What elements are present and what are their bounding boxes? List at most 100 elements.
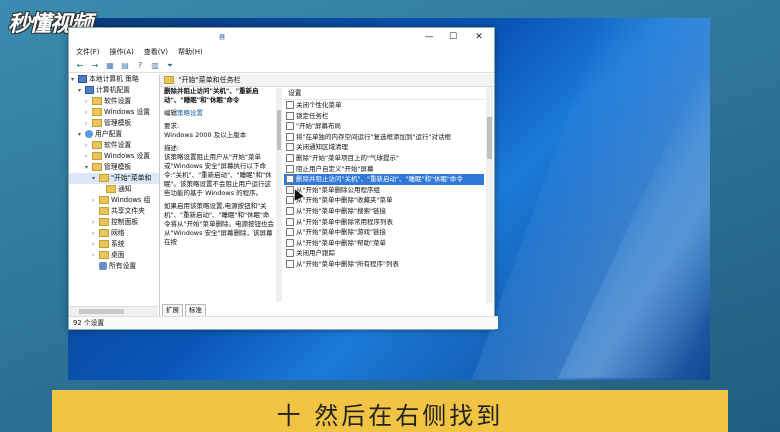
policy-setting-item[interactable]: 关闭用户跟踪 bbox=[284, 248, 484, 259]
tree-item[interactable]: › 软件设置 bbox=[69, 140, 159, 151]
tree-item[interactable]: ▾ 计算机配置 bbox=[69, 85, 159, 96]
tree-item-label: 控制面板 bbox=[111, 218, 139, 226]
expand-arrow-icon[interactable]: › bbox=[85, 96, 92, 107]
policy-setting-item[interactable]: 从"开始"菜单中删除常用程序列表 bbox=[284, 217, 484, 228]
tree-item[interactable]: 所有设置 bbox=[69, 261, 159, 272]
policy-setting-item[interactable]: 从"开始"菜单删除公用程序组 bbox=[284, 185, 484, 196]
folder-icon bbox=[99, 251, 109, 259]
tree-horizontal-scrollbar[interactable] bbox=[69, 306, 158, 316]
requirements-label: 要求: bbox=[164, 122, 180, 130]
edit-policy-link[interactable]: 策略设置 bbox=[177, 109, 203, 117]
minimize-button[interactable]: — bbox=[419, 31, 439, 43]
policy-setting-item[interactable]: 从"开始"菜单中删除"收藏夹"菜单 bbox=[284, 195, 484, 206]
policy-icon bbox=[286, 132, 294, 141]
folder-icon bbox=[92, 119, 102, 127]
tree-item[interactable]: › 控制面板 bbox=[69, 217, 159, 228]
policy-icon bbox=[286, 111, 294, 120]
tab-extended[interactable]: 扩展 bbox=[162, 304, 183, 316]
tree-item-label: 软件设置 bbox=[104, 97, 132, 105]
tree-item[interactable]: ▾ 用户配置 bbox=[69, 129, 159, 140]
tree-item[interactable]: › Windows 设置 bbox=[69, 107, 159, 118]
tree-item[interactable]: › 软件设置 bbox=[69, 96, 159, 107]
back-icon[interactable]: ← bbox=[75, 61, 85, 70]
view-tabs: 扩展 标准 bbox=[162, 304, 206, 316]
expand-arrow-icon[interactable]: › bbox=[92, 228, 99, 239]
title-bar: 器 — ☐ ✕ bbox=[69, 28, 494, 46]
properties-icon[interactable]: ▤ bbox=[120, 61, 130, 70]
policy-icon bbox=[286, 122, 294, 131]
policy-setting-item[interactable]: 锁定任务栏 bbox=[284, 111, 484, 122]
policy-setting-item[interactable]: 关闭通知区域清理 bbox=[284, 142, 484, 153]
scroll-thumb[interactable] bbox=[277, 110, 281, 150]
expand-arrow-icon[interactable]: › bbox=[85, 107, 92, 118]
tree-item[interactable]: › 系统 bbox=[69, 239, 159, 250]
policy-setting-item[interactable]: 删除并阻止访问"关机"、"重新启动"、"睡眠"和"休眠"命令 bbox=[284, 174, 484, 185]
expand-arrow-icon[interactable]: ▾ bbox=[78, 129, 85, 140]
tree-item[interactable]: ▾ 本地计算机 策略 bbox=[69, 74, 159, 85]
filter-icon[interactable]: ⏷ bbox=[165, 61, 175, 70]
menu-action[interactable]: 操作(A) bbox=[110, 47, 134, 57]
requirements: 要求: Windows 2000 及以上版本 bbox=[164, 122, 274, 140]
help-icon[interactable]: ? bbox=[135, 61, 145, 70]
expand-arrow-icon[interactable]: ▾ bbox=[92, 173, 99, 184]
policy-setting-item[interactable]: 从"开始"菜单中删除"帮助"菜单 bbox=[284, 238, 484, 249]
folder-icon bbox=[99, 240, 109, 248]
tree-item-label: Windows 设置 bbox=[104, 152, 151, 160]
policy-tree: ▾ 本地计算机 策略 ▾ 计算机配置 › 软件设置 › Windows 设置 › 管理模板 ▾ 用户配… bbox=[69, 74, 160, 316]
show-tree-icon[interactable]: ▦ bbox=[105, 61, 115, 70]
policy-setting-item[interactable]: "开始"屏幕布局 bbox=[284, 121, 484, 132]
scroll-thumb[interactable] bbox=[79, 309, 124, 314]
expand-arrow-icon[interactable]: › bbox=[92, 195, 99, 206]
scroll-thumb[interactable] bbox=[487, 117, 492, 159]
policy-setting-label: 从"开始"菜单中删除常用程序列表 bbox=[296, 217, 393, 226]
policy-setting-item[interactable]: 将"在单独的内存空间运行"复选框添加到"运行"对话框 bbox=[284, 132, 484, 143]
tree-item-label: 通知 bbox=[118, 185, 132, 193]
policy-setting-item[interactable]: 从"开始"菜单中删除"所有程序"列表 bbox=[284, 259, 484, 270]
group-policy-editor-window: 器 — ☐ ✕ 文件(F) 操作(A) 查看(V) 帮助(H) ← → ▦ ▤ … bbox=[68, 27, 498, 330]
settings-column-header[interactable]: 设置 bbox=[284, 87, 484, 100]
requirements-value: Windows 2000 及以上版本 bbox=[164, 131, 247, 139]
policy-setting-label: 从"开始"菜单中删除"收藏夹"菜单 bbox=[296, 196, 393, 205]
menu-help[interactable]: 帮助(H) bbox=[178, 47, 203, 57]
tree-item-label: 计算机配置 bbox=[96, 86, 130, 94]
expand-arrow-icon[interactable]: › bbox=[92, 217, 99, 228]
expand-arrow-icon[interactable]: › bbox=[92, 239, 99, 250]
tree-item[interactable]: 通知 bbox=[69, 184, 159, 195]
description-scrollbar[interactable] bbox=[276, 88, 282, 302]
policy-setting-label: 从"开始"菜单删除公用程序组 bbox=[296, 185, 380, 194]
expand-arrow-icon[interactable]: ▾ bbox=[78, 85, 85, 96]
expand-arrow-icon[interactable]: › bbox=[85, 151, 92, 162]
tree-item[interactable]: ▾ 管理模板 bbox=[69, 162, 159, 173]
view-icon[interactable]: ▥ bbox=[150, 61, 160, 70]
menu-file[interactable]: 文件(F) bbox=[76, 47, 100, 57]
policy-setting-item[interactable]: 阻止用户自定义"开始"屏幕 bbox=[284, 164, 484, 175]
policy-setting-item[interactable]: 删除"开始"菜单项目上的"气球提示" bbox=[284, 153, 484, 164]
tree-item[interactable]: › 管理模板 bbox=[69, 118, 159, 129]
policy-setting-label: 关闭通知区域清理 bbox=[296, 143, 348, 152]
forward-icon[interactable]: → bbox=[90, 61, 100, 70]
tree-item[interactable]: › 桌面 bbox=[69, 250, 159, 261]
expand-arrow-icon[interactable]: › bbox=[85, 118, 92, 129]
tree-item[interactable]: › 网络 bbox=[69, 228, 159, 239]
tree-item[interactable]: ▾ "开始"菜单和 bbox=[69, 173, 159, 184]
close-button[interactable]: ✕ bbox=[469, 31, 489, 43]
policy-setting-item[interactable]: 从"开始"菜单中删除"游戏"链接 bbox=[284, 227, 484, 238]
policy-setting-item[interactable]: 关闭个性化菜单 bbox=[284, 100, 484, 111]
expand-arrow-icon[interactable]: › bbox=[85, 140, 92, 151]
expand-arrow-icon[interactable]: ▾ bbox=[85, 162, 92, 173]
description-title: 删除并阻止访问"关机"、"重新启动"、"睡眠"和"休眠"命令 bbox=[164, 87, 259, 104]
policy-setting-item[interactable]: 从"开始"菜单中删除"搜索"链接 bbox=[284, 206, 484, 217]
expand-arrow-icon[interactable]: ▾ bbox=[71, 74, 78, 85]
maximize-button[interactable]: ☐ bbox=[443, 31, 463, 43]
tree-item-label: Windows 设置 bbox=[104, 108, 151, 116]
tree-item[interactable]: › Windows 设置 bbox=[69, 151, 159, 162]
tree-item[interactable]: › Windows 组 bbox=[69, 195, 159, 206]
tree-item[interactable]: 共享文件夹 bbox=[69, 206, 159, 217]
menu-view[interactable]: 查看(V) bbox=[144, 47, 168, 57]
expand-arrow-icon[interactable]: › bbox=[92, 250, 99, 261]
tab-standard[interactable]: 标准 bbox=[185, 304, 206, 316]
tree-item-label: 系统 bbox=[111, 240, 125, 248]
policy-icon bbox=[286, 238, 294, 247]
folder-icon bbox=[99, 218, 109, 226]
settings-scrollbar[interactable] bbox=[486, 87, 493, 303]
